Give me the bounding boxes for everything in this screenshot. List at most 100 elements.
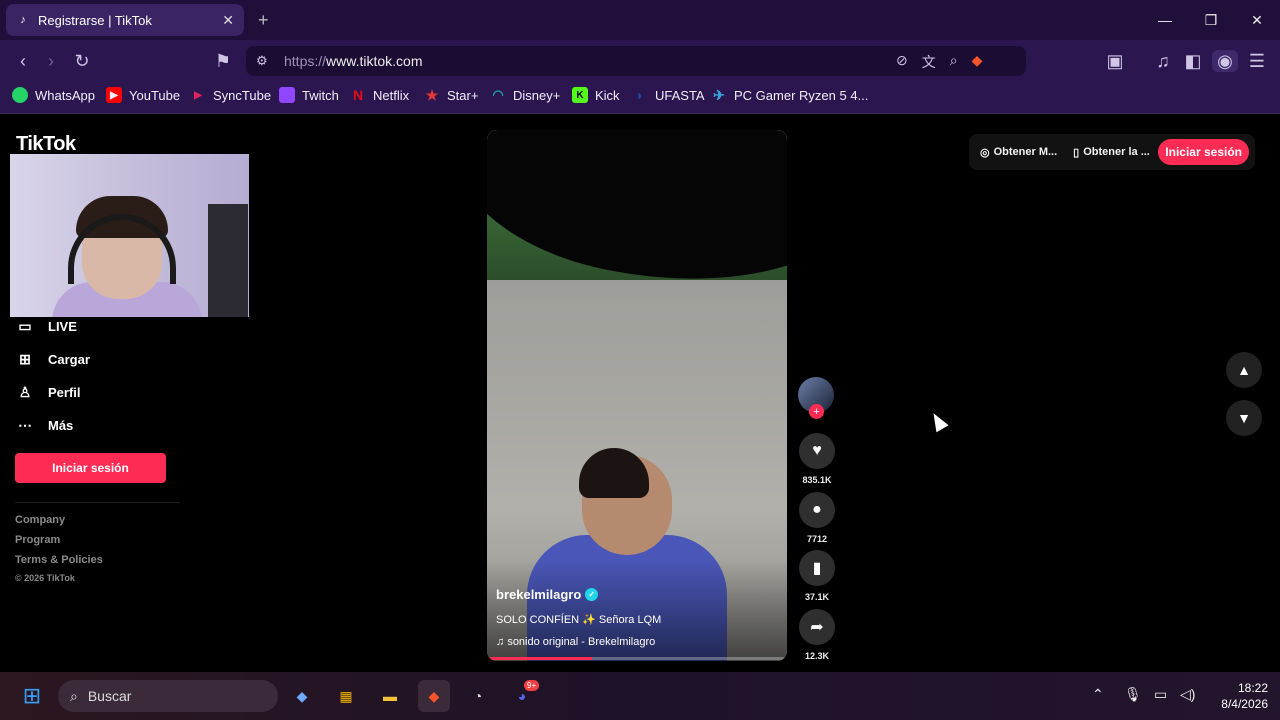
chevron-down-icon: ▼ bbox=[1237, 410, 1251, 426]
bookmark-synctube[interactable]: ▶ SyncTube bbox=[190, 87, 271, 103]
compass-icon: ◎ bbox=[980, 146, 990, 159]
file-explorer-icon[interactable]: ▬ bbox=[374, 680, 406, 712]
search-icon: ⌕ bbox=[70, 687, 78, 704]
tray-expand-icon[interactable]: ⌃ bbox=[1092, 686, 1104, 703]
brave-browser-icon[interactable]: ◆ bbox=[418, 680, 450, 712]
previous-video-button[interactable]: ▲ bbox=[1226, 352, 1262, 388]
kick-icon: K bbox=[572, 87, 588, 103]
site-settings-icon[interactable]: ⚙ bbox=[256, 53, 268, 69]
top-login-button[interactable]: Iniciar sesión bbox=[1158, 139, 1249, 165]
get-app-link-2[interactable]: ▯ Obtener la ... bbox=[1073, 146, 1150, 159]
network-icon[interactable]: ▭ bbox=[1154, 686, 1167, 703]
translate-icon[interactable]: 文 bbox=[922, 52, 936, 72]
sidebar-login-button[interactable]: Iniciar sesión bbox=[15, 453, 166, 483]
upload-icon: ⊞ bbox=[19, 350, 31, 367]
clock-time: 18:22 bbox=[1237, 681, 1268, 695]
split-view-icon[interactable]: ◧ bbox=[1182, 50, 1204, 72]
profile-icon: ♙ bbox=[18, 383, 32, 400]
save-count: 37.1K bbox=[804, 592, 830, 602]
ufasta-icon: ◗ bbox=[635, 87, 645, 103]
brave-shield-icon[interactable]: ◆ bbox=[972, 52, 983, 72]
netflix-icon: N bbox=[352, 87, 364, 103]
footer-program[interactable]: Program bbox=[15, 534, 60, 546]
more-icon: ⋯ bbox=[18, 416, 32, 433]
bookmark-starplus[interactable]: ★ Star+ bbox=[424, 86, 479, 103]
new-tab-button[interactable]: + bbox=[258, 10, 269, 31]
top-right-actions: ◎ Obtener M... ▯ Obtener la ... Iniciar se… bbox=[969, 134, 1255, 170]
bookmark-ufasta[interactable]: ◗ UFASTA bbox=[632, 87, 705, 103]
twitch-icon bbox=[279, 87, 295, 103]
video-sound[interactable]: ♫ sonido original - Brekelmilagro bbox=[496, 636, 655, 648]
close-window-button[interactable]: ✕ bbox=[1234, 8, 1280, 32]
media-icon[interactable]: ♫ bbox=[1152, 50, 1174, 72]
sidebar-item-live[interactable]: ▭ LIVE bbox=[16, 317, 77, 335]
sidebar-item-profile[interactable]: ♙ Perfil bbox=[16, 383, 81, 401]
next-video-button[interactable]: ▼ bbox=[1226, 400, 1262, 436]
taskbar-clock[interactable]: 18:22 8/4/2026 bbox=[1206, 680, 1268, 712]
sidebar-item-upload[interactable]: ⊞ Cargar bbox=[16, 350, 90, 368]
browser-tab[interactable]: ♪ Registrarse | TikTok ✕ bbox=[6, 4, 244, 36]
taskbar-search[interactable]: ⌕ Buscar bbox=[58, 680, 278, 712]
video-progress-bar[interactable] bbox=[487, 657, 787, 660]
app-icon-1[interactable]: ◆ bbox=[286, 680, 318, 712]
sidebar-divider bbox=[15, 502, 180, 503]
comment-count: 7712 bbox=[806, 534, 828, 544]
save-button[interactable]: ▮ 37.1K bbox=[798, 550, 836, 602]
tiktok-page: TikTok ▭ LIVE ⊞ Cargar ♙ Perfil ⋯ Más Inicia… bbox=[0, 115, 1280, 672]
bookmark-icon[interactable]: ⚑ bbox=[212, 50, 234, 72]
share-count: 12.3K bbox=[804, 651, 830, 661]
back-icon[interactable]: ‹ bbox=[12, 50, 34, 72]
tab-title: Registrarse | TikTok bbox=[38, 12, 152, 28]
comment-button[interactable]: ● 7712 bbox=[798, 492, 836, 544]
video-player[interactable]: brekelmilagro ✓ SOLO CONFÍEN ✨ Señora LQ… bbox=[487, 130, 787, 661]
url-host: www.tiktok.com bbox=[326, 53, 423, 69]
tab-close-icon[interactable]: ✕ bbox=[222, 12, 234, 29]
app-icon-2[interactable]: ◔ bbox=[462, 680, 494, 712]
browser-tab-strip: ♪ Registrarse | TikTok ✕ + — ❐ ✕ bbox=[0, 0, 1280, 40]
bookmark-whatsapp[interactable]: WhatsApp bbox=[12, 87, 95, 103]
share-icon: ➦ bbox=[799, 609, 835, 645]
url-scheme: https:// bbox=[284, 53, 327, 69]
sidebar-panel-icon[interactable]: ▣ bbox=[1104, 50, 1126, 72]
vpn-icon[interactable]: ◉ bbox=[1212, 50, 1238, 72]
footer-terms[interactable]: Terms & Policies bbox=[15, 554, 103, 566]
star-icon: ★ bbox=[425, 86, 439, 103]
volume-icon[interactable]: ◁) bbox=[1180, 686, 1195, 703]
bookmark-netflix[interactable]: N Netflix bbox=[350, 87, 409, 103]
restore-button[interactable]: ❐ bbox=[1188, 8, 1234, 32]
bookmark-twitch[interactable]: Twitch bbox=[279, 87, 339, 103]
sidebar-item-more[interactable]: ⋯ Más bbox=[16, 416, 73, 434]
phone-icon: ▯ bbox=[1073, 146, 1080, 159]
bookmark-kick[interactable]: K Kick bbox=[572, 87, 620, 103]
forward-icon[interactable]: › bbox=[40, 50, 62, 72]
no-tracking-icon[interactable]: ⊘ bbox=[896, 52, 908, 72]
follow-plus-icon[interactable]: + bbox=[809, 404, 824, 419]
video-caption: SOLO CONFÍEN ✨ Señora LQM bbox=[496, 614, 662, 626]
menu-icon[interactable]: ☰ bbox=[1246, 50, 1268, 72]
whatsapp-icon bbox=[12, 87, 28, 103]
heart-icon: ♥ bbox=[799, 433, 835, 469]
windows-start-icon[interactable]: ⊞ bbox=[16, 680, 48, 712]
zoom-icon[interactable]: ⌕ bbox=[950, 52, 958, 72]
like-count: 835.1K bbox=[802, 475, 832, 485]
get-app-link-1[interactable]: ◎ Obtener M... bbox=[980, 146, 1057, 159]
reload-icon[interactable]: ↻ bbox=[71, 50, 93, 72]
verified-icon: ✓ bbox=[585, 588, 599, 601]
bookmark-youtube[interactable]: ▶ YouTube bbox=[106, 87, 180, 103]
store-icon[interactable]: ▦ bbox=[330, 680, 362, 712]
clock-date: 8/4/2026 bbox=[1221, 697, 1268, 711]
microphone-icon[interactable]: 🎙 bbox=[1124, 686, 1142, 703]
share-button[interactable]: ➦ 12.3K bbox=[798, 609, 836, 661]
bookmark-disneyplus[interactable]: ◠ Disney+ bbox=[490, 87, 560, 103]
footer-company[interactable]: Company bbox=[15, 514, 65, 526]
webcam-overlay bbox=[10, 154, 249, 317]
minimize-button[interactable]: — bbox=[1142, 8, 1188, 32]
address-bar-actions: ⊘ 文 ⌕ ◆ bbox=[896, 52, 982, 72]
bookmark-pc-gamer[interactable]: ✈ PC Gamer Ryzen 5 4... bbox=[711, 87, 868, 103]
live-icon: ▭ bbox=[18, 317, 32, 334]
youtube-icon: ▶ bbox=[106, 87, 122, 103]
tiktok-logo[interactable]: TikTok bbox=[16, 133, 76, 156]
like-button[interactable]: ♥ 835.1K bbox=[798, 433, 836, 485]
video-username[interactable]: brekelmilagro ✓ bbox=[496, 587, 599, 602]
tiktok-favicon-icon: ♪ bbox=[20, 14, 26, 26]
